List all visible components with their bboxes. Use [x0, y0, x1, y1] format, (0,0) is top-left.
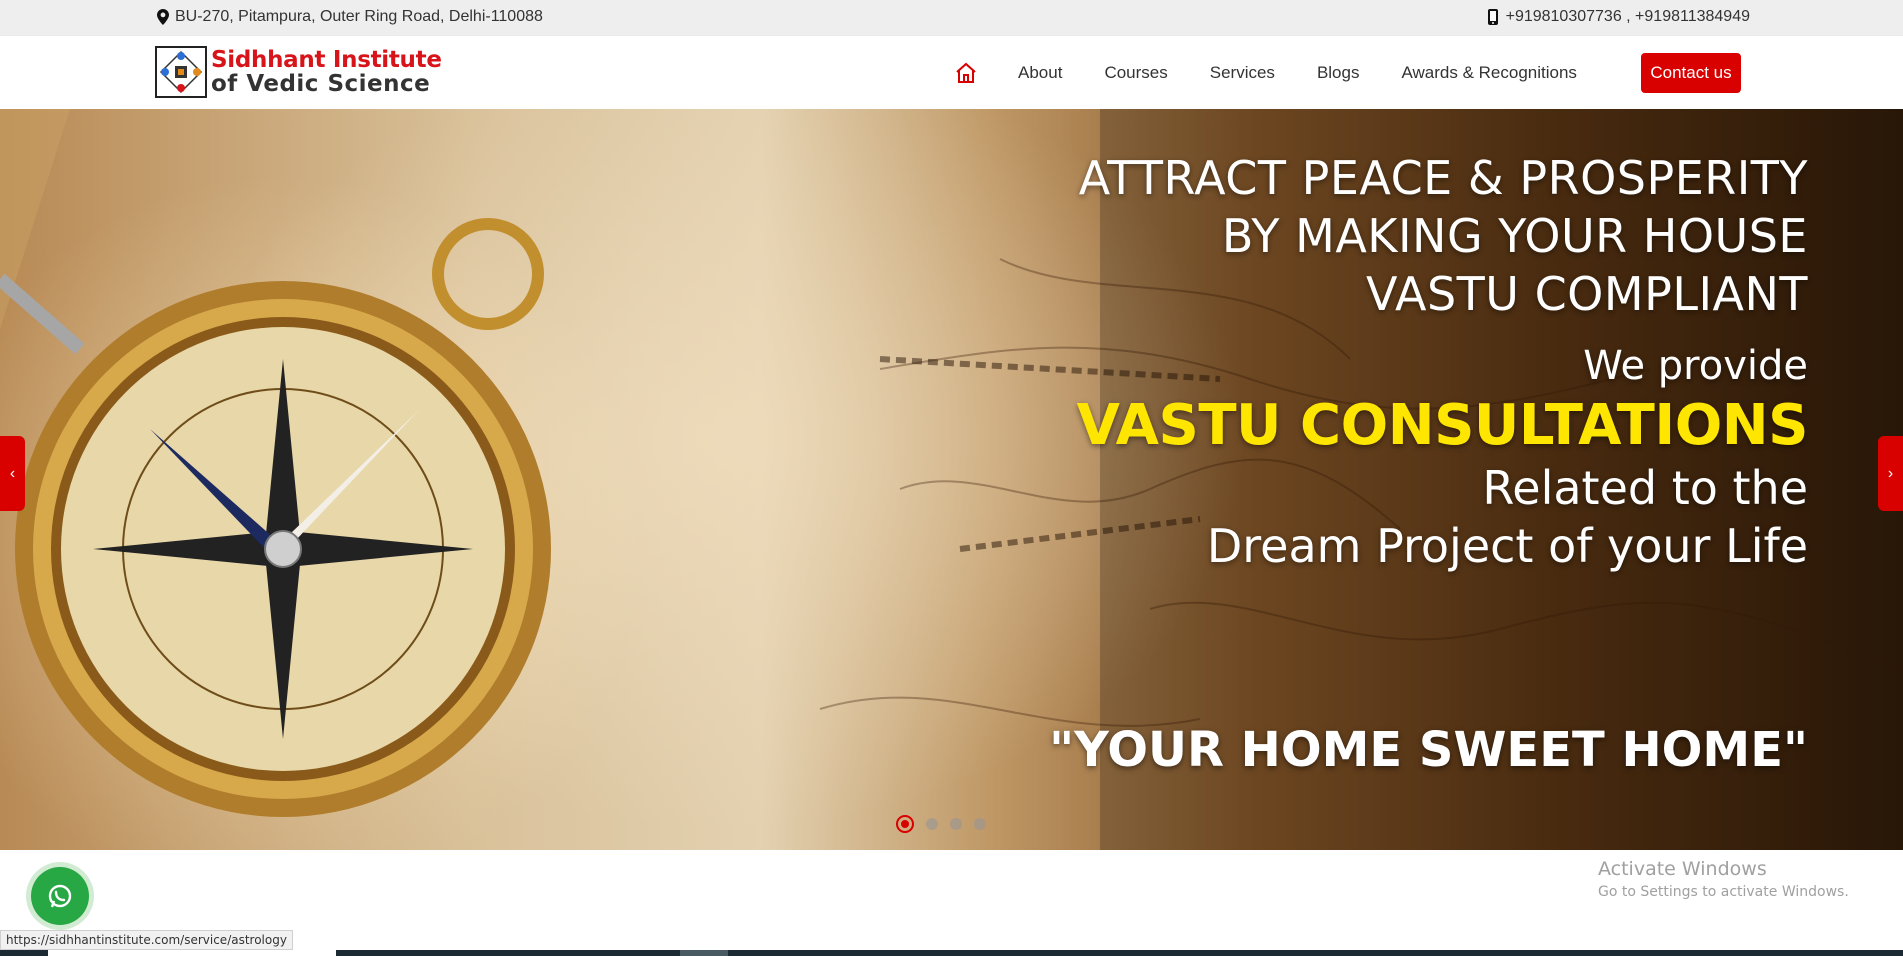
site-logo[interactable]: Sidhhant Institute of Vedic Science	[155, 46, 442, 98]
nav-about[interactable]: About	[1018, 63, 1062, 83]
slider-dot[interactable]	[926, 818, 938, 830]
slider-dot[interactable]	[896, 815, 914, 833]
slider-next-button[interactable]: ›	[1878, 436, 1903, 511]
logo-emblem-graphic	[159, 50, 203, 94]
contact-us-button[interactable]: Contact us	[1641, 53, 1741, 93]
main-nav: About Courses Services Blogs Awards & Re…	[954, 36, 1741, 109]
hero-tagline: "YOUR HOME SWEET HOME"	[1049, 722, 1808, 778]
hero-related: Related to the	[1482, 461, 1808, 515]
nav-blogs[interactable]: Blogs	[1317, 63, 1360, 83]
logo-line1: Sidhhant Institute	[211, 47, 442, 73]
top-info-bar: BU-270, Pitampura, Outer Ring Road, Delh…	[0, 0, 1903, 36]
compass-graphic	[15, 218, 551, 817]
slider-prev-button[interactable]: ‹	[0, 436, 25, 511]
whatsapp-button-inner[interactable]	[31, 867, 89, 925]
whatsapp-icon	[48, 884, 72, 908]
hero-heading-line3: VASTU COMPLIANT	[1365, 267, 1808, 321]
address: BU-270, Pitampura, Outer Ring Road, Delh…	[157, 8, 543, 26]
whatsapp-button[interactable]	[26, 862, 94, 930]
address-text: BU-270, Pitampura, Outer Ring Road, Delh…	[175, 8, 543, 25]
phone-numbers[interactable]: +919810307736 , +919811384949	[1487, 8, 1750, 26]
nav-courses[interactable]: Courses	[1104, 63, 1167, 83]
slider-dot[interactable]	[950, 818, 962, 830]
status-bar-url: https://sidhhantinstitute.com/service/as…	[0, 930, 293, 950]
bottom-edge	[0, 950, 1903, 956]
hero-slider: ATTRACT PEACE & PROSPERITY BY MAKING YOU…	[0, 109, 1903, 850]
chevron-right-icon: ›	[1887, 464, 1894, 482]
nav-awards[interactable]: Awards & Recognitions	[1401, 63, 1576, 83]
hero-highlight: VASTU CONSULTATIONS	[1076, 393, 1809, 458]
logo-emblem	[155, 46, 207, 98]
activate-subtitle: Go to Settings to activate Windows.	[1598, 884, 1849, 900]
bottom-edge-segment	[48, 950, 336, 956]
mobile-phone-icon	[1487, 9, 1498, 25]
site-header: Sidhhant Institute of Vedic Science Abou…	[0, 36, 1903, 109]
nav-services[interactable]: Services	[1210, 63, 1275, 83]
windows-activation-notice: Activate Windows Go to Settings to activ…	[1598, 858, 1849, 900]
hero-heading-line1: ATTRACT PEACE & PROSPERITY	[1078, 151, 1808, 205]
hero-heading-line2: BY MAKING YOUR HOUSE	[1221, 209, 1808, 263]
hero-text: ATTRACT PEACE & PROSPERITY BY MAKING YOU…	[1076, 149, 1809, 575]
slider-dots	[896, 815, 986, 833]
phone-text[interactable]: +919810307736 , +919811384949	[1506, 8, 1750, 26]
activate-title: Activate Windows	[1598, 858, 1767, 880]
hero-provide: We provide	[1583, 343, 1808, 389]
chevron-left-icon: ‹	[9, 464, 16, 482]
bottom-edge-segment	[680, 950, 728, 956]
slider-dot[interactable]	[974, 818, 986, 830]
home-icon[interactable]	[954, 61, 978, 85]
logo-line2: of Vedic Science	[211, 71, 431, 97]
map-pin-icon	[157, 9, 169, 25]
logo-text: Sidhhant Institute of Vedic Science	[211, 48, 442, 96]
hero-dream: Dream Project of your Life	[1206, 519, 1808, 573]
